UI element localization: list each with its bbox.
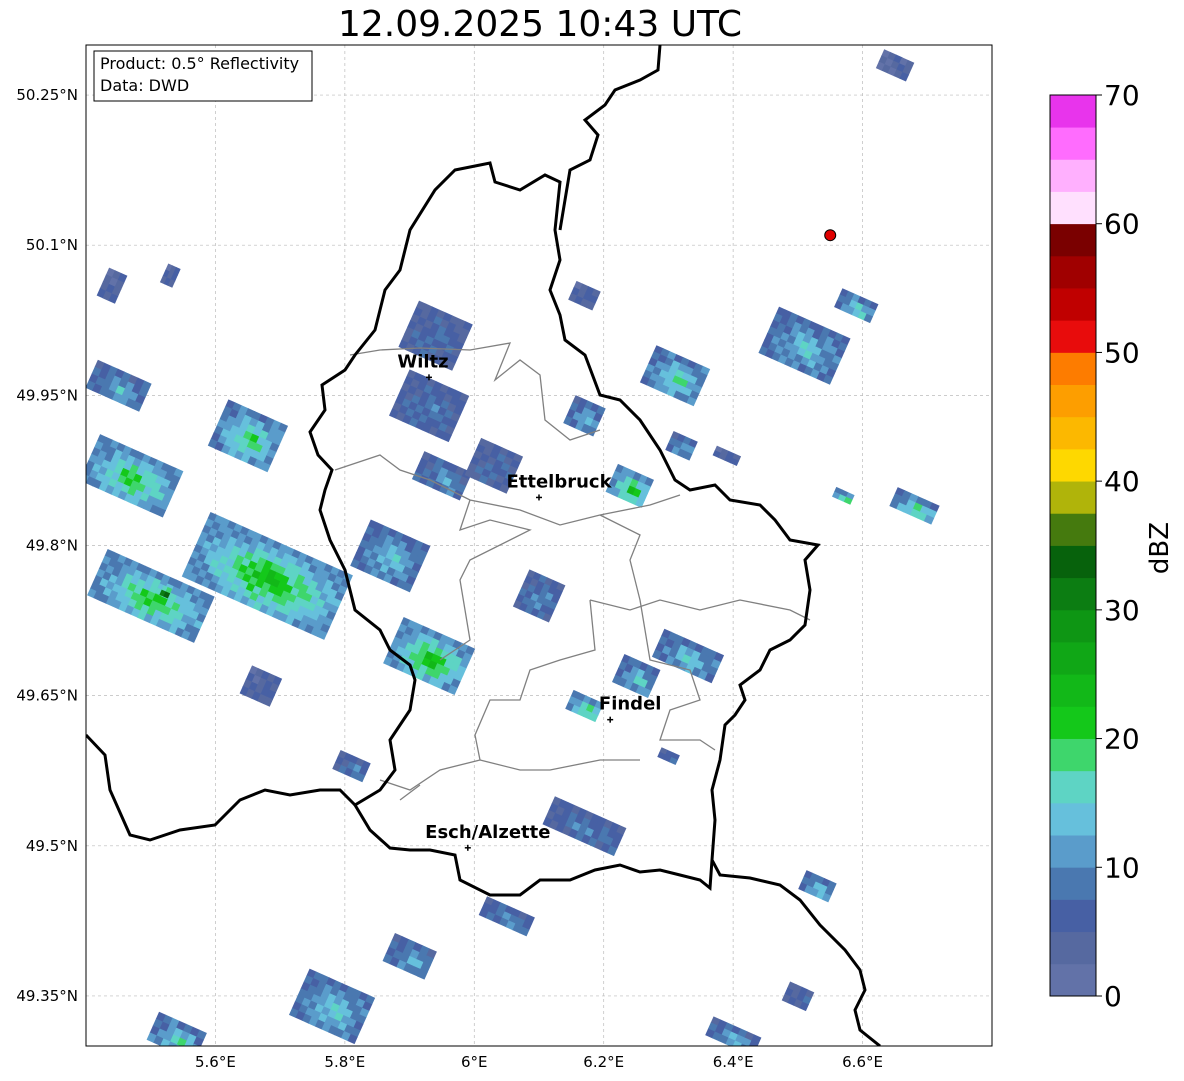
reflectivity-cell <box>781 981 815 1012</box>
radar-site-marker <box>824 229 837 242</box>
colorbar-block <box>1050 802 1096 836</box>
city-marker: Esch/Alzette <box>425 822 550 851</box>
colorbar-tick-label: 10 <box>1104 851 1140 884</box>
radar-map: Wiltz Ettelbruck Findel Esch/Alzette Produc… <box>16 44 993 1071</box>
colorbar-block <box>1050 674 1096 707</box>
lon-tick-label: 6°E <box>461 1053 488 1071</box>
colorbar-tick-label: 20 <box>1104 723 1140 756</box>
reflectivity-cell <box>382 932 437 980</box>
city-label: Wiltz <box>397 351 448 372</box>
info-data-source: Data: DWD <box>100 76 189 95</box>
colorbar-tick-label: 40 <box>1104 465 1140 498</box>
city-marker: Ettelbruck <box>506 471 613 501</box>
lon-tick-label: 6.6°E <box>842 1053 883 1071</box>
colorbar-block <box>1050 320 1096 353</box>
colorbar-blocks <box>1049 94 1097 997</box>
reflectivity-cell <box>86 359 152 412</box>
colorbar-block <box>1050 288 1096 321</box>
colorbar-tick-label: 30 <box>1104 594 1140 627</box>
city-label: Findel <box>599 694 662 715</box>
colorbar-block <box>1050 835 1096 868</box>
reflectivity-cell <box>411 451 473 501</box>
country-border-north <box>558 45 662 231</box>
reflectivity-cell <box>657 747 680 766</box>
lon-tick-label: 5.6°E <box>195 1053 236 1071</box>
reflectivity-cell <box>207 399 289 473</box>
colorbar-block <box>1050 159 1096 192</box>
reflectivity-cell <box>758 306 851 385</box>
reflectivity-cell <box>568 280 601 311</box>
colorbar-label: dBZ <box>1145 522 1175 574</box>
colorbar-frame <box>1049 94 1097 997</box>
colorbar-block <box>1050 577 1096 611</box>
reflectivity-cell <box>96 267 128 304</box>
colorbar-tick-label: 50 <box>1104 336 1140 369</box>
colorbar-block <box>1050 609 1096 643</box>
reflectivity-cell <box>239 665 283 707</box>
reflectivity-cell <box>478 896 535 937</box>
reflectivity-cell <box>512 569 566 623</box>
lat-tick-label: 50.25°N <box>16 86 78 104</box>
reflectivity-cell <box>350 519 431 593</box>
colorbar-block <box>1050 191 1096 225</box>
country-border-west <box>86 733 357 842</box>
reflectivity-cell <box>86 434 184 518</box>
colorbar-block <box>1050 384 1096 418</box>
reflectivity-cell <box>665 430 698 461</box>
colorbar-block <box>1050 255 1096 289</box>
reflectivity-cell <box>712 445 742 467</box>
reflectivity-cell <box>651 628 725 684</box>
colorbar-block <box>1050 481 1096 514</box>
colorbar-block <box>1050 931 1096 965</box>
colorbar-ticks: 0 10 20 30 40 50 60 70 <box>1096 79 1140 1013</box>
colorbar-tick-label: 60 <box>1104 208 1140 241</box>
colorbar-block <box>1050 738 1096 772</box>
lon-tick-label: 6.2°E <box>583 1053 624 1071</box>
colorbar-tick-label: 0 <box>1104 980 1122 1013</box>
info-box: Product: 0.5° Reflectivity Data: DWD <box>93 50 313 102</box>
colorbar-block <box>1050 448 1096 482</box>
reflectivity-cell <box>332 749 371 783</box>
colorbar-block <box>1050 127 1096 160</box>
reflectivity-cell <box>542 796 627 857</box>
colorbar-block <box>1050 642 1096 675</box>
lat-tick-label: 49.35°N <box>16 987 78 1005</box>
colorbar-block <box>1050 963 1096 997</box>
lat-tick-label: 49.65°N <box>16 687 78 705</box>
reflectivity-cell <box>834 288 879 324</box>
reflectivity-cell <box>705 1016 762 1046</box>
reflectivity-cell <box>889 487 940 525</box>
lon-tick-label: 5.8°E <box>324 1053 365 1071</box>
lon-tick-label: 6.4°E <box>713 1053 754 1071</box>
reflectivity-pixel <box>180 1047 191 1058</box>
info-product: Product: 0.5° Reflectivity <box>100 54 299 73</box>
colorbar-block <box>1050 899 1096 933</box>
country-border-east <box>710 859 881 1046</box>
colorbar-block <box>1050 706 1096 739</box>
colorbar-block <box>1050 545 1096 579</box>
colorbar-block <box>1050 770 1096 804</box>
city-label: Esch/Alzette <box>425 822 550 843</box>
reflectivity-cell <box>832 486 855 505</box>
reflectivity-cell <box>159 263 181 288</box>
reflectivity-cell <box>875 49 915 82</box>
colorbar-block <box>1050 416 1096 450</box>
reflectivity-cell <box>605 463 654 508</box>
lat-tick-label: 49.5°N <box>26 837 78 855</box>
reflectivity-cell <box>288 968 376 1045</box>
colorbar-block <box>1050 352 1096 386</box>
colorbar-block <box>1050 95 1096 128</box>
colorbar-block <box>1050 223 1096 257</box>
city-marker: Findel <box>599 694 662 723</box>
colorbar-block <box>1050 513 1096 546</box>
colorbar-tick-label: 70 <box>1104 79 1140 112</box>
lat-tick-label: 49.95°N <box>16 386 78 404</box>
lat-tick-label: 50.1°N <box>26 236 78 254</box>
lat-tick-label: 49.8°N <box>26 537 78 555</box>
reflectivity-cell <box>639 345 711 407</box>
city-label: Ettelbruck <box>506 471 612 492</box>
colorbar-block <box>1050 867 1096 900</box>
reflectivity-cell <box>798 870 837 903</box>
